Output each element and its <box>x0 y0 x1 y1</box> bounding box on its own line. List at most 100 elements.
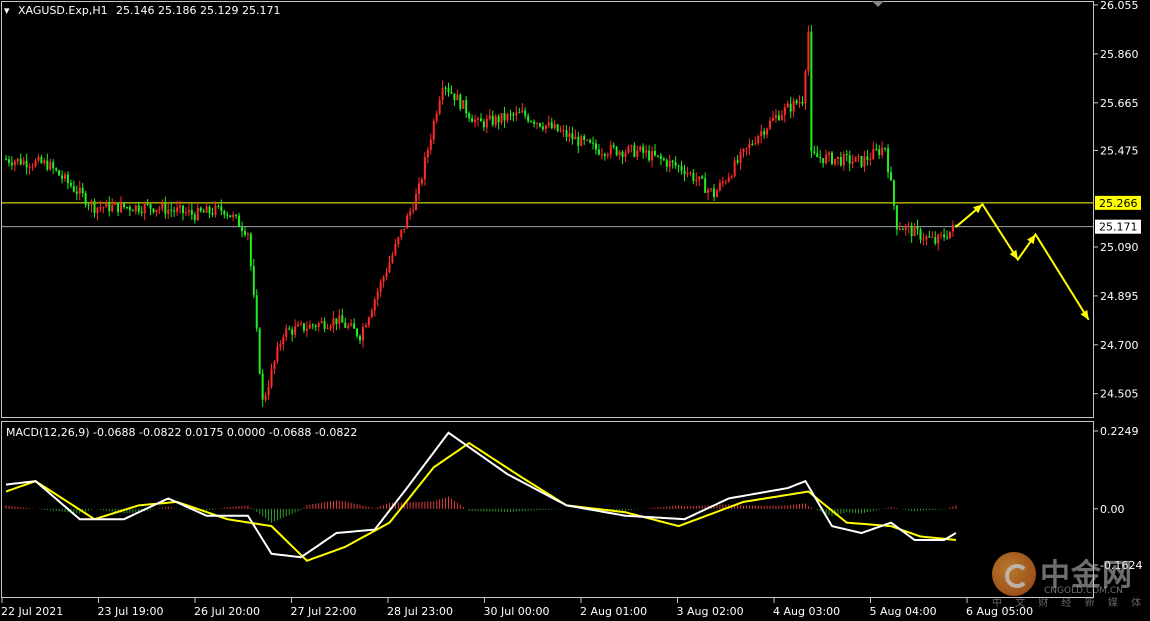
candle-body <box>329 326 332 329</box>
candle-body <box>5 159 7 161</box>
candle-body <box>412 209 415 212</box>
candle-body <box>842 153 845 166</box>
candle-body <box>16 158 19 162</box>
candle-body <box>553 124 556 129</box>
candle-body <box>367 317 370 326</box>
candle-body <box>783 107 786 116</box>
candle-body <box>179 205 182 208</box>
candle-body <box>833 158 836 165</box>
candle-body <box>10 162 13 166</box>
candle-body <box>766 128 769 135</box>
candle-body <box>152 208 155 213</box>
candle-body <box>919 229 922 240</box>
candle-body <box>828 152 831 155</box>
current-price-label: 25.171 <box>1099 221 1138 234</box>
candle-body <box>574 136 577 140</box>
candle-body <box>946 237 949 239</box>
x-tick-label: 4 Aug 03:00 <box>773 605 840 618</box>
candle-body <box>683 170 686 175</box>
candle-body <box>488 115 491 119</box>
candle-body <box>134 205 137 212</box>
candle-body <box>31 166 34 168</box>
candle-body <box>536 123 538 125</box>
candle-body <box>760 131 763 137</box>
candle-body <box>344 322 347 328</box>
candle-body <box>471 118 474 123</box>
candle-body <box>757 136 760 144</box>
candle-body <box>618 151 621 156</box>
candle-body <box>465 100 468 114</box>
candle-body <box>704 178 707 193</box>
candle-body <box>161 203 164 209</box>
macd-y-tick-label: 0.2249 <box>1100 425 1139 438</box>
candle-body <box>686 172 689 175</box>
candle-body <box>810 31 813 152</box>
candle-body <box>143 203 146 214</box>
candle-body <box>105 201 108 208</box>
candle-body <box>550 122 553 129</box>
price-panel-menu-icon[interactable]: ▾ <box>4 4 10 17</box>
candle-body <box>707 189 710 193</box>
candle-body <box>241 226 243 231</box>
candle-body <box>279 344 282 347</box>
candle-body <box>34 160 37 167</box>
candle-body <box>892 180 895 206</box>
candle-body <box>603 154 606 156</box>
candle-body <box>839 156 842 166</box>
y-tick-label: 25.860 <box>1100 48 1139 61</box>
candle-body <box>199 207 202 212</box>
candle-body <box>314 325 317 327</box>
candle-body <box>931 237 934 239</box>
candle-body <box>252 266 255 296</box>
candle-body <box>701 176 704 179</box>
candle-body <box>547 122 550 126</box>
candle-body <box>267 386 270 396</box>
candle-body <box>571 133 574 140</box>
candle-body <box>22 160 25 165</box>
candle-body <box>261 373 264 400</box>
candle-body <box>426 149 429 158</box>
candle-body <box>479 118 482 122</box>
price-panel-title: XAGUSD.Exp,H1 <box>18 4 108 17</box>
candle-body <box>137 205 140 212</box>
candle-body <box>146 203 149 205</box>
candle-body <box>491 115 494 125</box>
candle-body <box>904 226 907 230</box>
candle-body <box>246 233 249 236</box>
candle-body <box>633 145 636 157</box>
candle-body <box>87 204 90 206</box>
candle-body <box>25 160 28 168</box>
candle-body <box>341 315 344 323</box>
watermark-subtitle: 中 文 财 经 新 媒 体 <box>992 598 1147 609</box>
candle-body <box>730 176 733 178</box>
candle-body <box>807 31 810 72</box>
candle-body <box>600 154 603 156</box>
candle-body <box>264 395 267 400</box>
candle-body <box>364 325 367 328</box>
candle-body <box>46 160 49 170</box>
candle-body <box>656 155 659 157</box>
candle-body <box>453 93 456 101</box>
candle-body <box>825 154 828 164</box>
y-tick-label: 24.895 <box>1100 290 1139 303</box>
candle-body <box>229 215 232 218</box>
candle-body <box>654 150 656 156</box>
candle-body <box>123 202 125 207</box>
candle-body <box>854 156 857 162</box>
candle-body <box>379 281 382 292</box>
candle-body <box>772 118 774 121</box>
candle-body <box>621 151 624 157</box>
candle-body <box>937 234 940 244</box>
candle-body <box>356 328 359 337</box>
candle-body <box>792 100 795 112</box>
candle-body <box>872 148 875 160</box>
candle-body <box>226 214 229 216</box>
candle-body <box>78 187 81 194</box>
candle-body <box>155 209 158 213</box>
candle-body <box>724 181 727 183</box>
candle-body <box>592 142 595 144</box>
candle-body <box>642 146 645 153</box>
candle-body <box>182 205 184 213</box>
candle-body <box>429 139 432 150</box>
candle-body <box>444 87 447 89</box>
